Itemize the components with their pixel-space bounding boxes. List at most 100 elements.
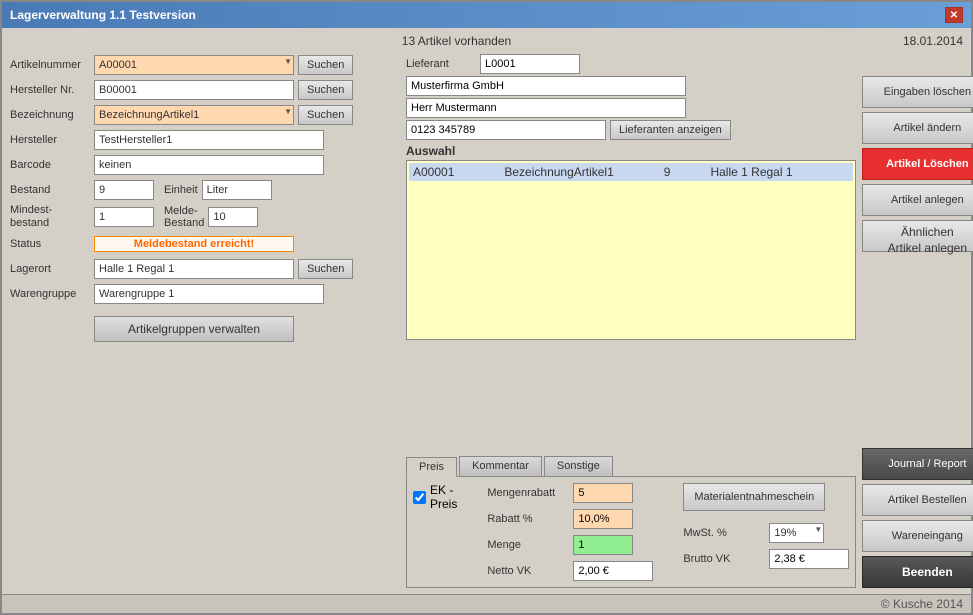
tab-bar: Preis Kommentar Sonstige bbox=[406, 456, 856, 477]
auswahl-label: Auswahl bbox=[406, 144, 856, 158]
right-mid-spacer bbox=[862, 256, 973, 444]
ek-preis-checkbox[interactable] bbox=[413, 491, 426, 504]
barcode-input[interactable] bbox=[94, 155, 324, 175]
bezeichnung-select[interactable]: BezeichnungArtikel1 bbox=[94, 105, 294, 125]
bestand-row: Bestand Einheit bbox=[10, 179, 400, 201]
einheit-input[interactable] bbox=[202, 180, 272, 200]
lagerort-search-button[interactable]: Suchen bbox=[298, 259, 353, 279]
rabatt-row: Rabatt % bbox=[487, 509, 653, 529]
date-label: 18.01.2014 bbox=[903, 34, 963, 48]
bezeichnung-search-button[interactable]: Suchen bbox=[298, 105, 353, 125]
ansprechpartner-input[interactable] bbox=[406, 98, 686, 118]
mindest-row: Mindest-bestand Melde-Bestand bbox=[10, 204, 400, 230]
artikelnummer-label: Artikelnummer bbox=[10, 59, 90, 71]
mengenrabatt-label: Mengenrabatt bbox=[487, 487, 567, 499]
brutto-input[interactable] bbox=[769, 549, 849, 569]
melde-label: Melde-Bestand bbox=[164, 205, 204, 229]
artikelnummer-row: Artikelnummer A00001 Suchen bbox=[10, 54, 400, 76]
lagerort-row: Lagerort Suchen bbox=[10, 258, 400, 280]
mindest-input[interactable] bbox=[94, 207, 154, 227]
eingaben-loeschen-button[interactable]: Eingaben löschen bbox=[862, 76, 973, 108]
bestand-input[interactable] bbox=[94, 180, 154, 200]
lieferanten-anzeigen-button[interactable]: Lieferanten anzeigen bbox=[610, 120, 731, 140]
aehnlichen-artikel-button[interactable]: Ähnlichen Artikel anlegen bbox=[862, 220, 973, 252]
barcode-row: Barcode bbox=[10, 154, 400, 176]
mwst-label: MwSt. % bbox=[683, 527, 763, 539]
rabatt-input[interactable] bbox=[573, 509, 633, 529]
netto-input[interactable] bbox=[573, 561, 653, 581]
ansprechpartner-row bbox=[406, 98, 856, 118]
journal-report-button[interactable]: Journal / Report bbox=[862, 448, 973, 480]
artikel-aendern-button[interactable]: Artikel ändern bbox=[862, 112, 973, 144]
materialschein-button[interactable]: Materialentnahmeschein bbox=[683, 483, 825, 511]
auswahl-row[interactable]: A00001 BezeichnungArtikel1 9 Halle 1 Reg… bbox=[409, 163, 853, 181]
beenden-button[interactable]: Beenden bbox=[862, 556, 973, 588]
warengruppe-input[interactable] bbox=[94, 284, 324, 304]
mindest-label: Mindest-bestand bbox=[10, 204, 90, 230]
title-bar: Lagerverwaltung 1.1 Testversion ✕ bbox=[2, 2, 971, 28]
ek-preis-label: EK - Preis bbox=[430, 483, 457, 511]
article-count: 13 Artikel vorhanden bbox=[402, 34, 511, 48]
auswahl-menge: 9 bbox=[664, 165, 671, 179]
right-spacer-top bbox=[862, 54, 973, 72]
aehnlichen-label2: Artikel anlegen bbox=[888, 241, 967, 255]
left-panel: Artikelnummer A00001 Suchen Hersteller N… bbox=[10, 54, 400, 588]
middle-panel: Lieferant Lieferanten anzeigen bbox=[406, 54, 856, 588]
artikel-loeschen-button[interactable]: Artikel Löschen bbox=[862, 148, 973, 180]
hersteller-row: Hersteller bbox=[10, 129, 400, 151]
hersteller-label: Hersteller bbox=[10, 134, 90, 146]
artikel-anlegen-button[interactable]: Artikel anlegen bbox=[862, 184, 973, 216]
hersteller-nr-search-button[interactable]: Suchen bbox=[298, 80, 353, 100]
status-label: Status bbox=[10, 238, 90, 250]
bezeichnung-row: Bezeichnung BezeichnungArtikel1 Suchen bbox=[10, 104, 400, 126]
auswahl-id: A00001 bbox=[413, 165, 454, 179]
main-content: 13 Artikel vorhanden 18.01.2014 Artikeln… bbox=[2, 28, 971, 594]
brutto-label: Brutto VK bbox=[683, 553, 763, 565]
hersteller-nr-input[interactable] bbox=[94, 80, 294, 100]
hersteller-input[interactable] bbox=[94, 130, 324, 150]
artikelnummer-select[interactable]: A00001 bbox=[94, 55, 294, 75]
brutto-row: Brutto VK bbox=[683, 549, 849, 569]
right-panel: Eingaben löschen Artikel ändern Artikel … bbox=[862, 54, 973, 588]
mengenrabatt-input[interactable] bbox=[573, 483, 633, 503]
materialschein-row: Materialentnahmeschein bbox=[683, 483, 849, 511]
artikelgruppen-button[interactable]: Artikelgruppen verwalten bbox=[94, 316, 294, 342]
warengruppe-label: Warengruppe bbox=[10, 288, 90, 300]
lieferant-input[interactable] bbox=[480, 54, 580, 74]
netto-label: Netto VK bbox=[487, 565, 567, 577]
lieferant-label: Lieferant bbox=[406, 58, 476, 70]
telefon-input[interactable] bbox=[406, 120, 606, 140]
auswahl-ort: Halle 1 Regal 1 bbox=[710, 165, 792, 179]
artikel-bestellen-button[interactable]: Artikel Bestellen bbox=[862, 484, 973, 516]
tabs-section: Preis Kommentar Sonstige EK - Preis bbox=[406, 456, 856, 588]
tab-preis[interactable]: Preis bbox=[406, 457, 457, 477]
hersteller-nr-label: Hersteller Nr. bbox=[10, 84, 90, 96]
close-button[interactable]: ✕ bbox=[945, 7, 963, 23]
artikelnummer-combo-wrapper[interactable]: A00001 bbox=[94, 55, 294, 75]
barcode-label: Barcode bbox=[10, 159, 90, 171]
tab-content-preis: EK - Preis Mengenrabatt Rabatt % bbox=[406, 477, 856, 588]
aehnlichen-label1: Ähnlichen bbox=[901, 225, 954, 239]
tab-sonstige[interactable]: Sonstige bbox=[544, 456, 613, 476]
manage-btn-row: Artikelgruppen verwalten bbox=[10, 312, 400, 342]
rabatt-label: Rabatt % bbox=[487, 513, 567, 525]
wareneingang-button[interactable]: Wareneingang bbox=[862, 520, 973, 552]
tab-kommentar[interactable]: Kommentar bbox=[459, 456, 542, 476]
ek-preis-row: EK - Preis bbox=[413, 483, 457, 511]
menge-input[interactable] bbox=[573, 535, 633, 555]
mwst-combo-wrapper[interactable]: 19% 7% 0% bbox=[769, 523, 824, 543]
artikelnummer-search-button[interactable]: Suchen bbox=[298, 55, 353, 75]
status-alert: Meldebestand erreicht! bbox=[94, 236, 294, 252]
auswahl-table: A00001 BezeichnungArtikel1 9 Halle 1 Reg… bbox=[406, 160, 856, 340]
melde-input[interactable] bbox=[208, 207, 258, 227]
bestand-label: Bestand bbox=[10, 184, 90, 196]
footer: © Kusche 2014 bbox=[2, 594, 971, 613]
mwst-select[interactable]: 19% 7% 0% bbox=[769, 523, 824, 543]
supplier-section: Lieferant Lieferanten anzeigen bbox=[406, 54, 856, 140]
bezeichnung-combo-wrapper[interactable]: BezeichnungArtikel1 bbox=[94, 105, 294, 125]
lagerort-input[interactable] bbox=[94, 259, 294, 279]
lagerort-label: Lagerort bbox=[10, 263, 90, 275]
firma-input[interactable] bbox=[406, 76, 686, 96]
menge-label: Menge bbox=[487, 539, 567, 551]
window-title: Lagerverwaltung 1.1 Testversion bbox=[10, 8, 196, 22]
